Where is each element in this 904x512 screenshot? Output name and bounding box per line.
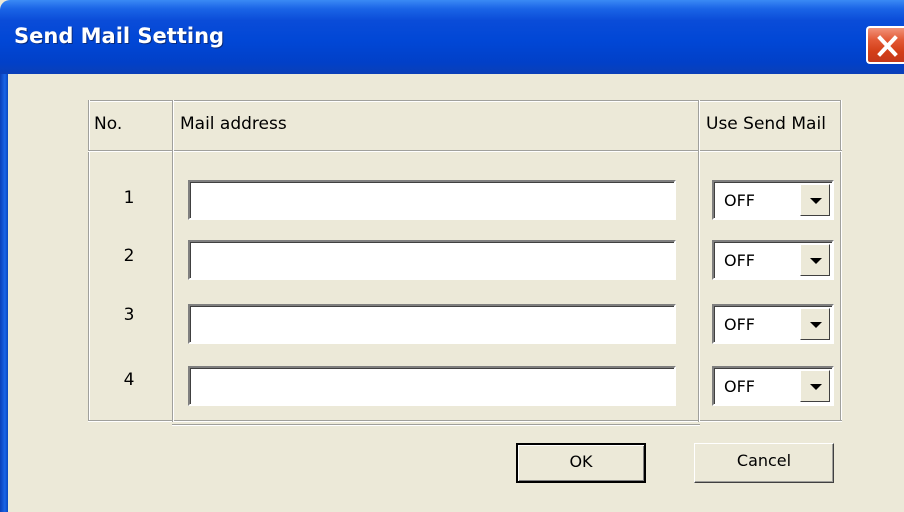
column-divider-1 [172, 100, 174, 422]
address-column-bottom [172, 424, 700, 426]
header-divider [88, 150, 842, 152]
header-mail-address: Mail address [180, 114, 287, 134]
row-number-3: 3 [123, 305, 135, 325]
title-bar[interactable]: Send Mail Setting [0, 0, 904, 74]
row-number-1: 1 [123, 188, 135, 208]
mail-address-input-4[interactable] [188, 366, 676, 406]
mail-address-input-3[interactable] [188, 304, 676, 344]
mail-address-input-2[interactable] [188, 240, 676, 280]
window-left-border [0, 74, 8, 512]
use-send-mail-value-1: OFF [724, 191, 755, 210]
table-right-border [840, 100, 842, 420]
table-top-border [88, 100, 842, 102]
close-icon [877, 35, 898, 57]
use-send-mail-select-4[interactable]: OFF [712, 366, 834, 406]
row-number-2: 2 [123, 246, 135, 266]
table-bottom-border [88, 420, 842, 422]
use-send-mail-select-1[interactable]: OFF [712, 180, 834, 220]
column-divider-2 [698, 100, 700, 422]
window-title: Send Mail Setting [14, 24, 225, 48]
cancel-button[interactable]: Cancel [694, 443, 834, 483]
chevron-down-icon[interactable] [800, 244, 830, 276]
ok-button[interactable]: OK [516, 443, 646, 483]
send-mail-setting-dialog: Send Mail Setting No. Mail address Use S… [0, 0, 904, 512]
chevron-down-icon[interactable] [800, 370, 830, 402]
row-number-4: 4 [123, 370, 135, 390]
use-send-mail-value-3: OFF [724, 315, 755, 334]
use-send-mail-select-3[interactable]: OFF [712, 304, 834, 344]
mail-address-input-1[interactable] [188, 180, 676, 220]
header-no: No. [94, 114, 123, 134]
chevron-down-icon[interactable] [800, 308, 830, 340]
use-send-mail-value-2: OFF [724, 251, 755, 270]
use-send-mail-select-2[interactable]: OFF [712, 240, 834, 280]
chevron-down-icon[interactable] [800, 184, 830, 216]
use-send-mail-value-4: OFF [724, 377, 755, 396]
header-use-send-mail: Use Send Mail [706, 114, 826, 134]
close-button[interactable] [866, 26, 904, 64]
table-left-border [88, 100, 90, 420]
